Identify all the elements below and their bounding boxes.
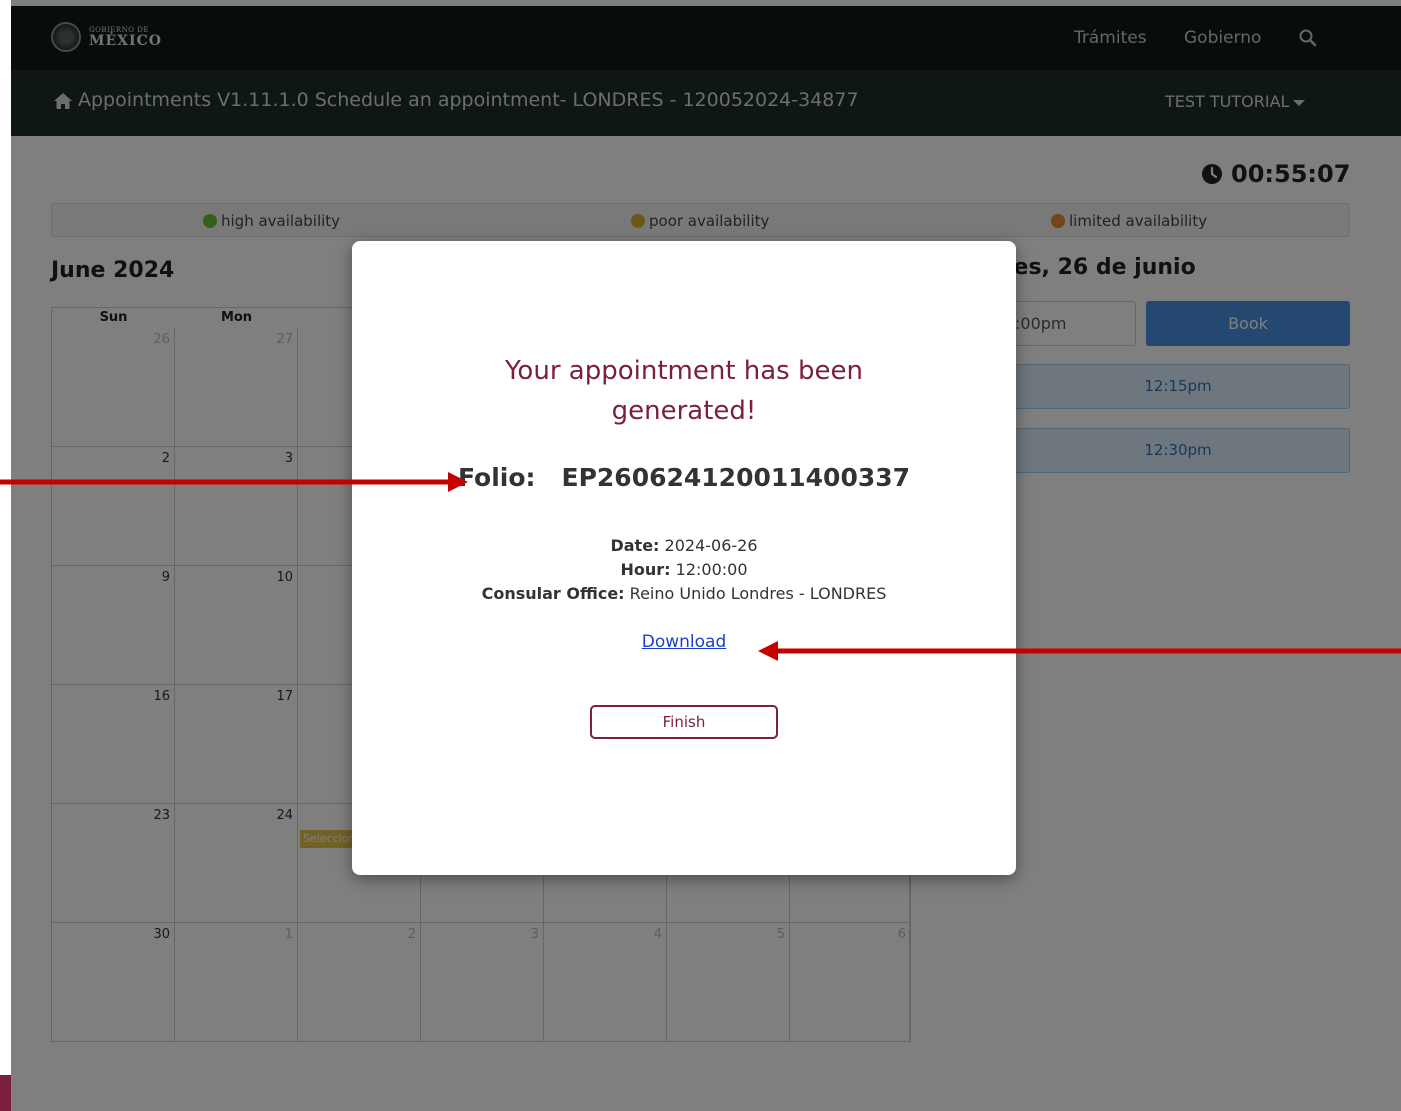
finish-button[interactable]: Finish (590, 705, 778, 739)
confirmation-modal: Your appointment has been generated! Fol… (352, 241, 1016, 875)
date-line: Date: 2024-06-26 (352, 534, 1016, 558)
annotation-arrow-right (0, 472, 468, 492)
left-accent-bar (0, 1075, 11, 1111)
office-value: Reino Unido Londres - LONDRES (629, 584, 887, 603)
appointment-details: Date: 2024-06-26 Hour: 12:00:00 Consular… (352, 534, 1016, 606)
office-label: Consular Office: (481, 584, 625, 603)
hour-line: Hour: 12:00:00 (352, 558, 1016, 582)
app-window: GOBIERNO DE MÉXICO Trámites Gobierno App… (11, 0, 1401, 1111)
hour-label: Hour: (620, 560, 671, 579)
annotation-arrow-left (758, 641, 1401, 661)
modal-title: Your appointment has been generated! (505, 356, 863, 426)
office-line: Consular Office: Reino Unido Londres - L… (352, 582, 1016, 606)
hour-value: 12:00:00 (675, 560, 748, 579)
date-value: 2024-06-26 (664, 536, 758, 555)
folio-value: EP260624120011400337 (561, 463, 911, 492)
date-label: Date: (610, 536, 660, 555)
